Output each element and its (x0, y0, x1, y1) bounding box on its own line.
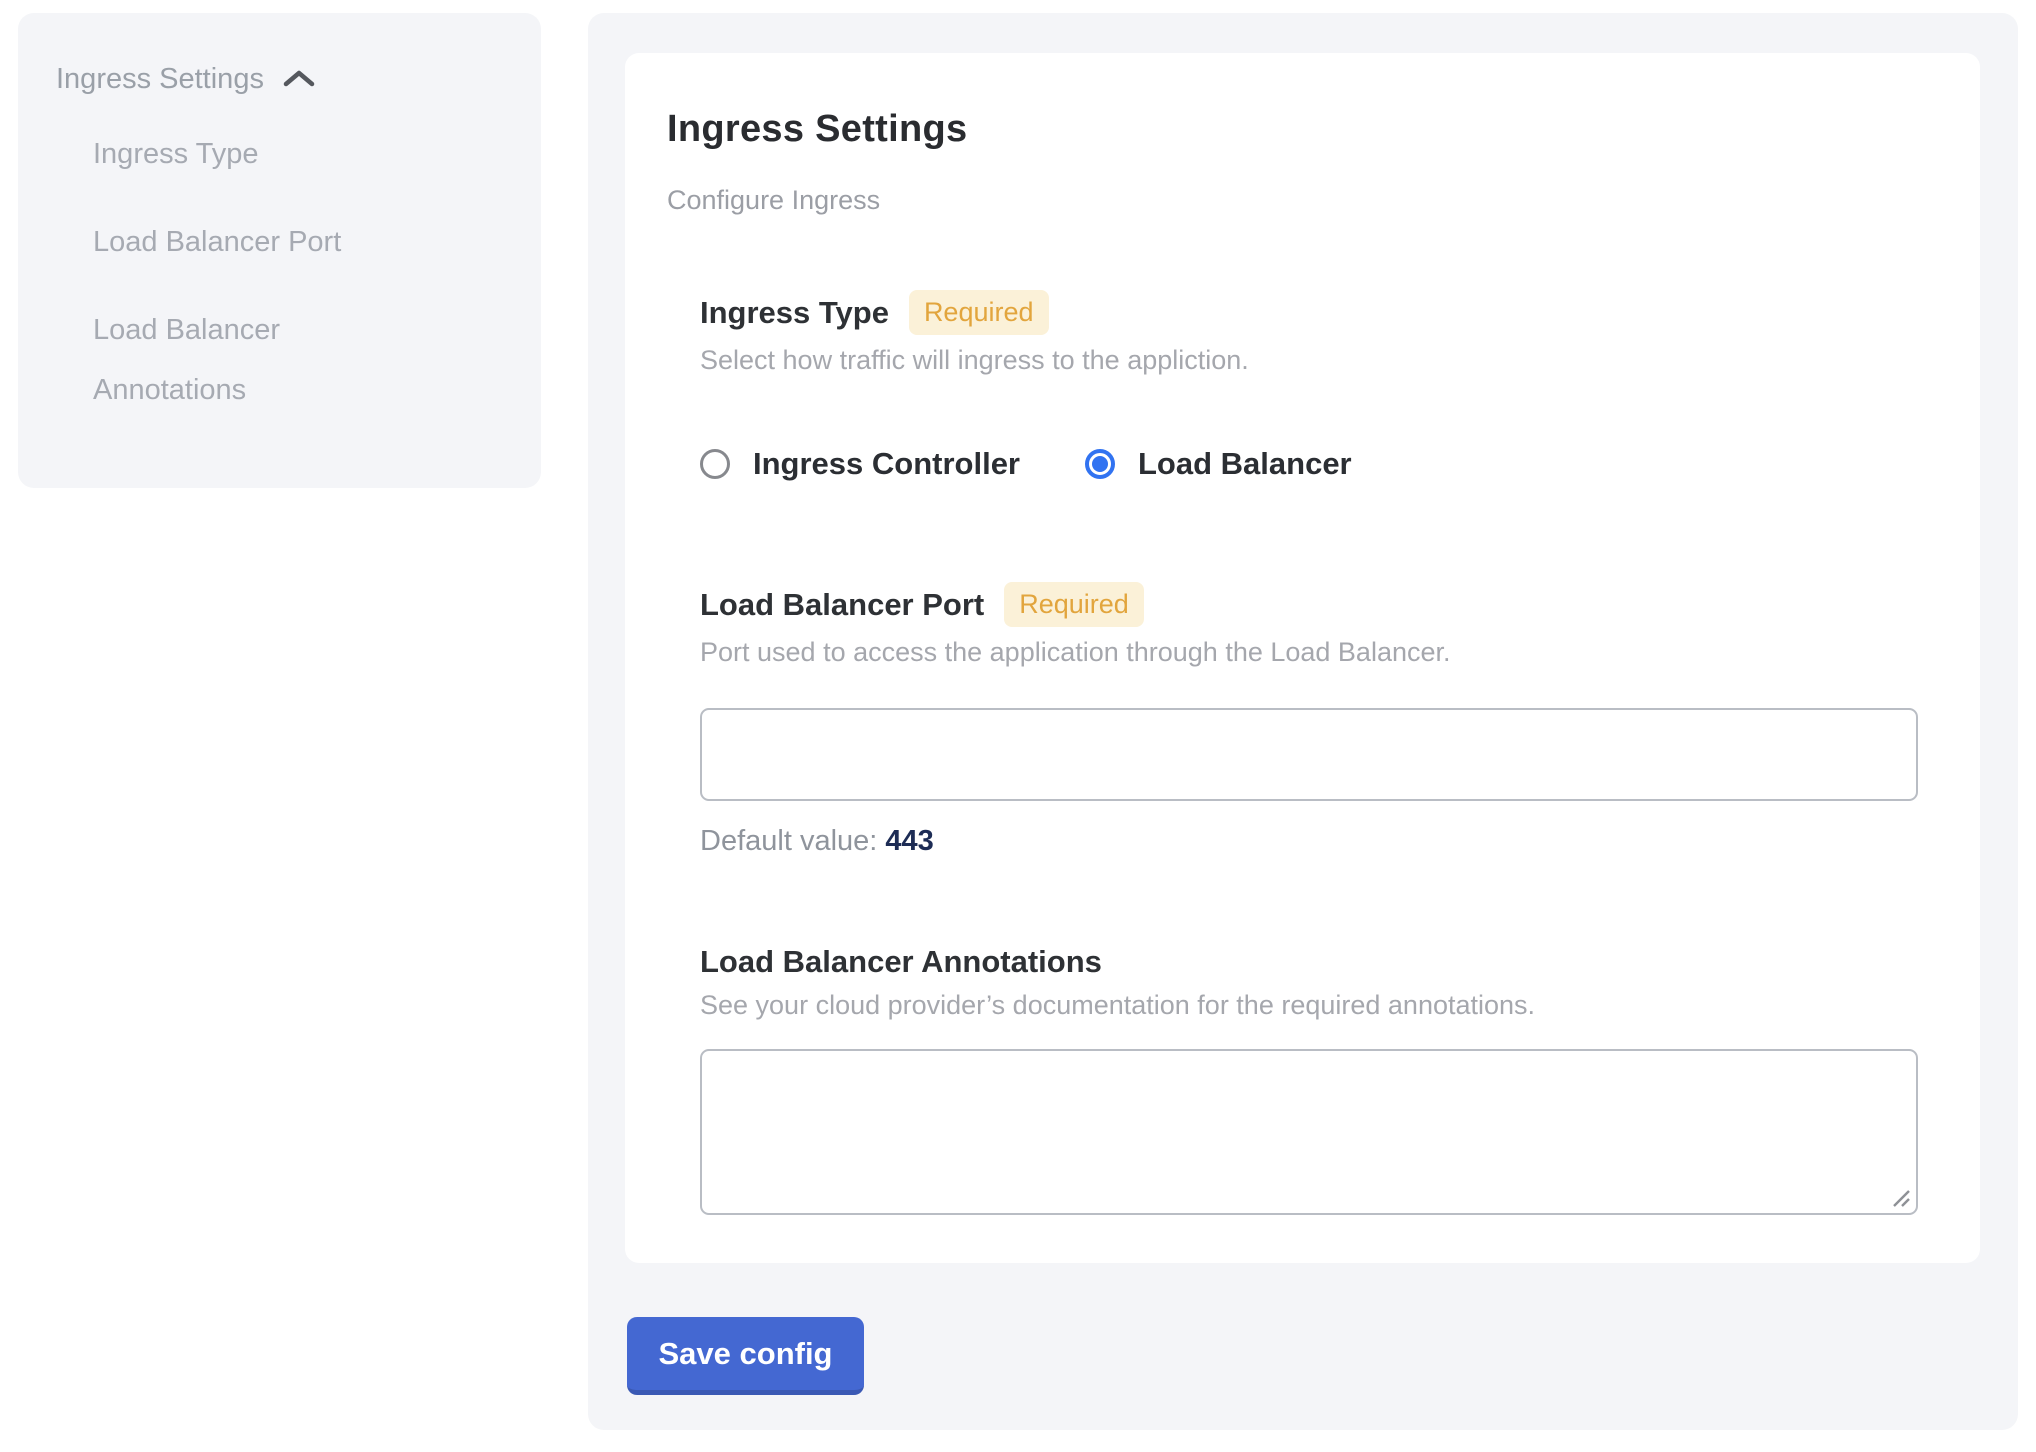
lb-annotations-label: Load Balancer Annotations (700, 944, 1102, 980)
form-sections: Ingress Type Required Select how traffic… (700, 290, 1920, 1215)
section-load-balancer-annotations: Load Balancer Annotations See your cloud… (700, 944, 1920, 1215)
lb-port-heading-row: Load Balancer Port Required (700, 582, 1920, 627)
lb-port-description: Port used to access the application thro… (700, 637, 1920, 668)
sidebar-group-ingress-settings[interactable]: Ingress Settings (56, 63, 511, 96)
radio-option-ingress-controller[interactable]: Ingress Controller (700, 446, 1020, 482)
radio-icon-unselected[interactable] (700, 449, 730, 479)
default-value: 443 (885, 825, 933, 857)
resize-handle-icon[interactable] (1888, 1185, 1912, 1209)
ingress-type-description: Select how traffic will ingress to the a… (700, 345, 1920, 376)
required-badge: Required (1004, 582, 1144, 627)
section-load-balancer-port: Load Balancer Port Required Port used to… (700, 582, 1920, 858)
load-balancer-annotations-textarea[interactable] (700, 1049, 1918, 1215)
lb-annotations-textarea-wrap (700, 1049, 1918, 1215)
sidebar-item-load-balancer-annotations[interactable]: Load Balancer Annotations (93, 300, 423, 420)
sidebar-group-label: Ingress Settings (56, 63, 264, 96)
save-config-button[interactable]: Save config (627, 1317, 864, 1395)
sidebar-item-load-balancer-port[interactable]: Load Balancer Port (93, 212, 423, 272)
ingress-type-heading-row: Ingress Type Required (700, 290, 1920, 335)
main-panel: Ingress Settings Configure Ingress Ingre… (588, 13, 2018, 1430)
chevron-up-icon[interactable] (282, 64, 316, 95)
required-badge: Required (909, 290, 1049, 335)
sidebar-item-ingress-type[interactable]: Ingress Type (93, 124, 423, 184)
lb-annotations-heading-row: Load Balancer Annotations (700, 944, 1920, 980)
radio-option-load-balancer[interactable]: Load Balancer (1085, 446, 1352, 482)
ingress-settings-card: Ingress Settings Configure Ingress Ingre… (625, 53, 1980, 1263)
default-value-line: Default value: 443 (700, 825, 1920, 858)
ingress-type-label: Ingress Type (700, 295, 889, 331)
default-value-label: Default value: (700, 825, 877, 857)
radio-icon-selected[interactable] (1085, 449, 1115, 479)
page-subtitle: Configure Ingress (667, 185, 1920, 216)
ingress-type-radio-group: Ingress Controller Load Balancer (700, 446, 1920, 482)
lb-annotations-description: See your cloud provider’s documentation … (700, 990, 1920, 1021)
sidebar-items: Ingress Type Load Balancer Port Load Bal… (56, 124, 511, 420)
lb-port-label: Load Balancer Port (700, 587, 984, 623)
settings-sidebar: Ingress Settings Ingress Type Load Balan… (18, 13, 541, 488)
radio-label-ingress-controller: Ingress Controller (753, 446, 1020, 482)
radio-label-load-balancer: Load Balancer (1138, 446, 1352, 482)
load-balancer-port-input[interactable] (700, 708, 1918, 801)
page-title: Ingress Settings (667, 108, 1920, 151)
section-ingress-type: Ingress Type Required Select how traffic… (700, 290, 1920, 482)
